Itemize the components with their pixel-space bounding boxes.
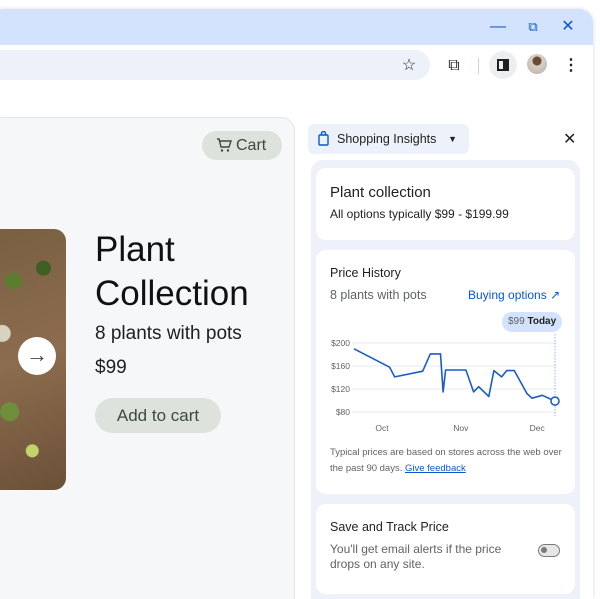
- cart-button[interactable]: Cart: [202, 131, 282, 160]
- address-bar[interactable]: [0, 50, 430, 80]
- product-price: $99: [95, 357, 127, 379]
- cart-icon: [216, 138, 232, 153]
- price-history-chart: $200 $160 $120 $80 Oct Nov Dec: [316, 250, 575, 450]
- star-icon[interactable]: ☆: [398, 55, 420, 77]
- x-tick-label: Dec: [530, 423, 546, 433]
- more-icon[interactable]: ⋮: [560, 55, 582, 77]
- toolbar: ☆ ⧉ ⋮: [0, 45, 593, 85]
- close-side-panel-icon[interactable]: ✕: [563, 129, 576, 149]
- extensions-icon[interactable]: ⧉: [443, 55, 465, 77]
- minimize-icon[interactable]: —: [488, 17, 508, 37]
- summary-title: Plant collection: [330, 184, 561, 201]
- browser-window: — ⧉ ✕ ☆ ⧉ ⋮ Cart → PlantCollection 8 pla…: [0, 9, 593, 599]
- title-line-1: Plant: [95, 228, 249, 272]
- side-panel-selector[interactable]: Shopping Insights ▼: [308, 124, 469, 154]
- price-history-card: Price History 8 plants with pots Buying …: [316, 250, 575, 494]
- avatar[interactable]: [527, 54, 547, 74]
- y-tick-label: $160: [331, 361, 350, 371]
- product-subtitle: 8 plants with pots: [95, 323, 242, 345]
- arrow-right-icon: →: [26, 342, 48, 367]
- next-image-button[interactable]: →: [18, 337, 56, 375]
- side-panel: Shopping Insights ▼ ✕ Plant collection A…: [297, 117, 593, 599]
- track-title: Save and Track Price: [330, 520, 561, 534]
- x-tick-label: Nov: [453, 423, 469, 433]
- product-panel: Cart → PlantCollection 8 plants with pot…: [0, 117, 295, 599]
- close-icon[interactable]: ✕: [558, 17, 578, 37]
- summary-range: All options typically $99 - $199.99: [330, 207, 561, 221]
- track-desc: You'll get email alerts if the price dro…: [330, 542, 520, 572]
- current-price-point: [551, 397, 559, 405]
- x-tick-label: Oct: [375, 423, 389, 433]
- title-bar: — ⧉ ✕: [0, 9, 593, 45]
- side-panel-icon[interactable]: [489, 51, 517, 79]
- price-line: [354, 349, 555, 401]
- y-tick-label: $200: [331, 338, 350, 348]
- give-feedback-link[interactable]: Give feedback: [405, 463, 466, 474]
- insights-container: Plant collection All options typically $…: [311, 160, 580, 599]
- y-tick-label: $80: [336, 407, 350, 417]
- selector-label: Shopping Insights: [337, 132, 436, 146]
- restore-icon[interactable]: ⧉: [523, 17, 543, 37]
- toolbar-divider: [478, 58, 479, 74]
- cart-label: Cart: [236, 137, 266, 154]
- dropdown-icon: ▼: [448, 124, 457, 154]
- y-tick-label: $120: [331, 384, 350, 394]
- track-price-card: Save and Track Price You'll get email al…: [316, 504, 575, 594]
- product-title: PlantCollection: [95, 228, 249, 316]
- history-note: Typical prices are based on stores acros…: [330, 445, 566, 477]
- add-to-cart-button[interactable]: Add to cart: [95, 398, 221, 433]
- track-price-toggle[interactable]: [538, 544, 560, 557]
- summary-card: Plant collection All options typically $…: [316, 168, 575, 240]
- title-line-2: Collection: [95, 272, 249, 316]
- page-content: Cart → PlantCollection 8 plants with pot…: [0, 85, 593, 599]
- shopping-bag-icon: [318, 131, 329, 146]
